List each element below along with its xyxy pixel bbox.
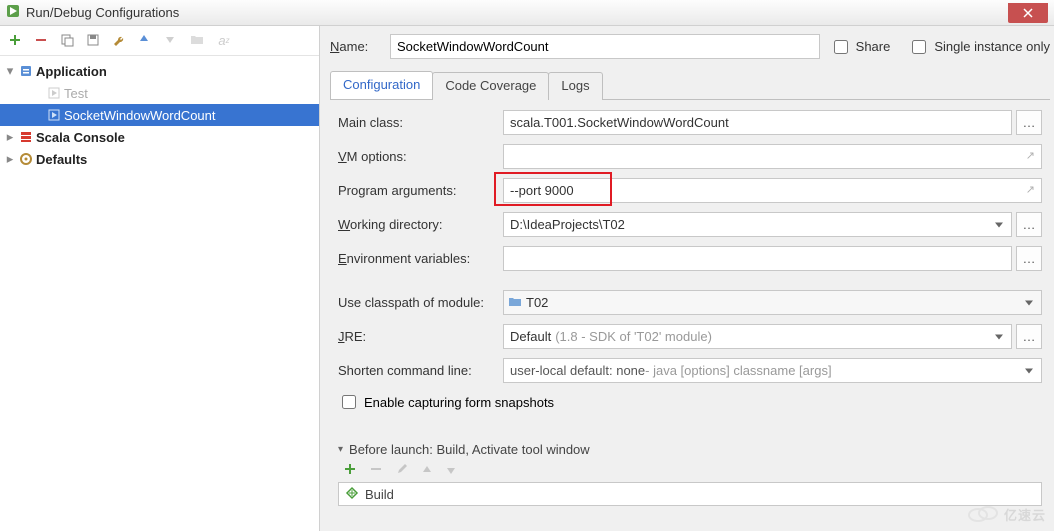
share-checkbox[interactable]: Share (830, 37, 891, 57)
single-instance-checkbox[interactable]: Single instance only (908, 37, 1050, 57)
scala-icon (18, 129, 34, 145)
snapshots-label: Enable capturing form snapshots (364, 395, 554, 410)
expand-icon[interactable]: ↗ (1026, 149, 1035, 162)
jre-browse-button[interactable]: … (1016, 324, 1042, 349)
down-icon[interactable] (164, 33, 180, 49)
tree-label: Application (36, 64, 107, 79)
application-icon (18, 63, 34, 79)
sidebar-toolbar: az (0, 26, 319, 56)
env-vars-field[interactable] (503, 246, 1012, 271)
tree-label: Test (64, 86, 88, 101)
working-dir-browse-button[interactable]: … (1016, 212, 1042, 237)
watermark: 亿速云 (966, 503, 1046, 525)
env-vars-browse-button[interactable]: … (1016, 246, 1042, 271)
down-icon[interactable] (446, 463, 456, 478)
tree-label: Defaults (36, 152, 87, 167)
tree-node-scala-console[interactable]: ▸ Scala Console (0, 126, 319, 148)
add-icon[interactable] (344, 463, 356, 478)
module-folder-icon (508, 295, 522, 310)
expand-icon[interactable]: ↗ (1026, 183, 1035, 196)
config-tree: ▾ Application Test SocketWindowWordCount… (0, 56, 319, 531)
chevron-down-icon: ▾ (4, 63, 16, 79)
tree-node-test[interactable]: Test (0, 82, 319, 104)
shorten-label: Shorten command line: (338, 363, 503, 378)
jre-select[interactable]: Default(1.8 - SDK of 'T02' module) (503, 324, 1012, 349)
chevron-right-icon: ▸ (4, 151, 16, 167)
jre-label: JRE: (338, 329, 503, 344)
folder-icon[interactable] (190, 33, 206, 49)
vm-options-field[interactable]: ↗ (503, 144, 1042, 169)
chevron-right-icon: ▸ (4, 129, 16, 145)
classpath-module-label: Use classpath of module: (338, 295, 503, 310)
window-close-button[interactable] (1008, 3, 1048, 23)
before-launch-item[interactable]: Build (338, 482, 1042, 506)
program-args-label: Program arguments: (338, 183, 503, 198)
app-icon (6, 4, 20, 21)
save-icon[interactable] (86, 33, 102, 49)
main-class-browse-button[interactable]: … (1016, 110, 1042, 135)
up-icon[interactable] (422, 463, 432, 478)
classpath-module-select[interactable]: T02 (503, 290, 1042, 315)
main-class-field[interactable]: scala.T001.SocketWindowWordCount (503, 110, 1012, 135)
snapshots-checkbox[interactable]: Enable capturing form snapshots (338, 392, 1042, 412)
tab-bar: Configuration Code Coverage Logs (330, 71, 1050, 100)
config-form: Main class: scala.T001.SocketWindowWordC… (330, 100, 1050, 531)
working-dir-field[interactable]: D:\IdeaProjects\T02 (503, 212, 1012, 237)
name-label: Name: (330, 39, 390, 54)
run-icon (46, 107, 62, 123)
run-icon (46, 85, 62, 101)
before-launch-title: Before launch: Build, Activate tool wind… (349, 442, 590, 457)
gear-icon (18, 151, 34, 167)
tab-code-coverage[interactable]: Code Coverage (432, 72, 549, 100)
copy-icon[interactable] (60, 33, 76, 49)
window-title: Run/Debug Configurations (26, 5, 179, 20)
up-icon[interactable] (138, 33, 154, 49)
share-label: Share (856, 39, 891, 54)
shorten-select[interactable]: user-local default: none - java [options… (503, 358, 1042, 383)
collapse-icon[interactable]: ▾ (338, 444, 343, 455)
tree-node-defaults[interactable]: ▸ Defaults (0, 148, 319, 170)
env-vars-label: Environment variables: (338, 251, 503, 266)
build-icon (345, 486, 359, 503)
working-dir-label: Working directory: (338, 217, 503, 232)
name-input[interactable] (390, 34, 820, 59)
tree-label: SocketWindowWordCount (64, 108, 216, 123)
tab-logs[interactable]: Logs (548, 72, 602, 100)
before-launch-section: ▾ Before launch: Build, Activate tool wi… (338, 442, 1042, 506)
program-args-field[interactable]: --port 9000↗ (503, 178, 1042, 203)
remove-icon[interactable] (34, 33, 50, 49)
single-instance-label: Single instance only (934, 39, 1050, 54)
config-sidebar: az ▾ Application Test SocketWindowWordCo… (0, 26, 320, 531)
main-class-label: Main class: (338, 115, 503, 130)
sort-icon[interactable]: az (216, 33, 232, 49)
tree-node-socketwindowwordcount[interactable]: SocketWindowWordCount (0, 104, 319, 126)
config-main: Name: Share Single instance only Configu… (320, 26, 1054, 531)
tab-configuration[interactable]: Configuration (330, 71, 433, 99)
wrench-icon[interactable] (112, 33, 128, 49)
remove-icon[interactable] (370, 463, 382, 478)
edit-icon[interactable] (396, 463, 408, 478)
vm-options-label: VM options: (338, 149, 503, 164)
tree-node-application[interactable]: ▾ Application (0, 60, 319, 82)
window-titlebar: Run/Debug Configurations (0, 0, 1054, 26)
add-icon[interactable] (8, 33, 24, 49)
tree-label: Scala Console (36, 130, 125, 145)
before-launch-item-label: Build (365, 487, 394, 502)
